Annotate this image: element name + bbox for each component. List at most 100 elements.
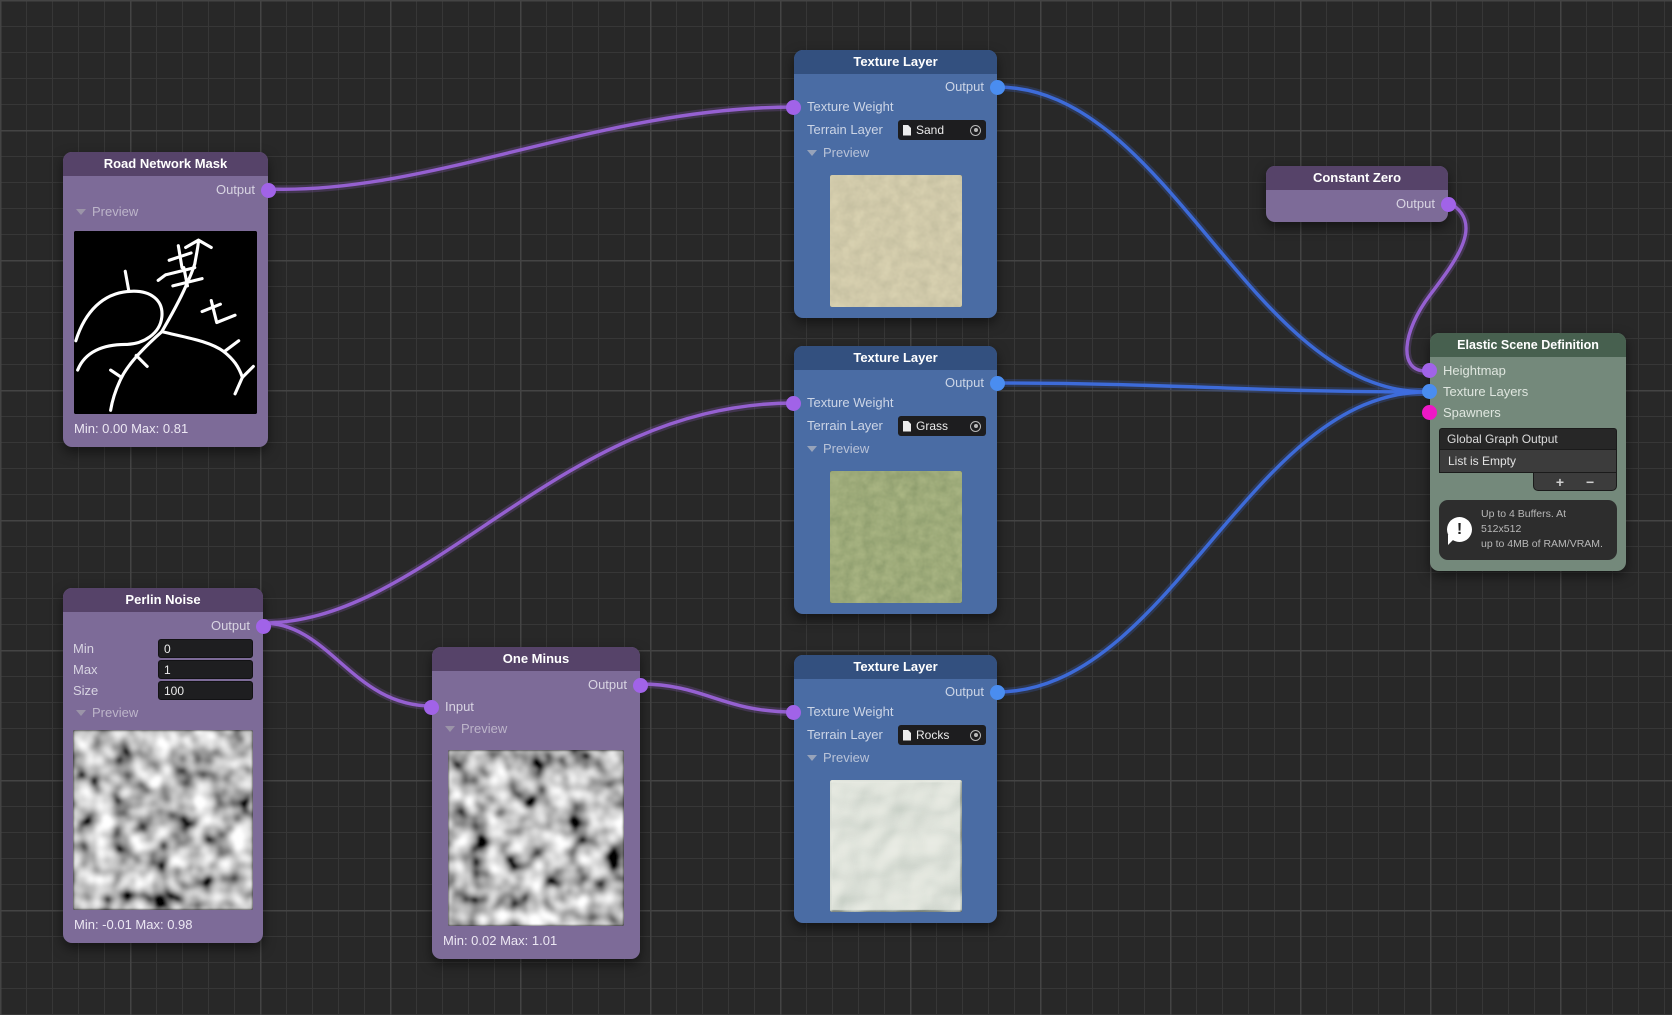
port-label: Output xyxy=(945,375,984,390)
node-graph-canvas[interactable]: Road Network Mask Output Preview xyxy=(0,0,1672,1015)
preview-foldout[interactable]: Preview xyxy=(794,439,997,459)
wire-road-to-sand-weight[interactable] xyxy=(268,107,794,189)
output-port[interactable] xyxy=(1441,197,1456,212)
node-elastic-scene-definition[interactable]: Elastic Scene Definition Heightmap Textu… xyxy=(1430,333,1626,571)
output-port[interactable] xyxy=(261,183,276,198)
node-title: Elastic Scene Definition xyxy=(1457,338,1599,352)
output-port[interactable] xyxy=(990,80,1005,95)
port-label: Output xyxy=(588,677,627,692)
node-header[interactable]: One Minus xyxy=(432,647,640,671)
wire-grass-to-elastic-texture-layers[interactable] xyxy=(997,383,1426,392)
max-input[interactable] xyxy=(158,660,253,679)
texture-layers-port[interactable] xyxy=(1422,384,1437,399)
texture-weight-port[interactable] xyxy=(786,100,801,115)
node-header[interactable]: Constant Zero xyxy=(1266,166,1448,190)
heightmap-port[interactable] xyxy=(1422,363,1437,378)
foldout-arrow-icon xyxy=(807,755,817,761)
field-label: Max xyxy=(73,662,98,677)
max-field-row: Max xyxy=(63,660,263,679)
node-title: Texture Layer xyxy=(853,350,937,365)
foldout-arrow-icon xyxy=(807,446,817,452)
texture-weight-row: Texture Weight xyxy=(794,97,997,117)
node-title: Road Network Mask xyxy=(104,156,228,171)
port-label: Heightmap xyxy=(1443,363,1506,378)
field-label: Terrain Layer xyxy=(807,418,883,433)
node-road-network-mask[interactable]: Road Network Mask Output Preview xyxy=(63,152,268,447)
add-item-button[interactable]: + xyxy=(1556,475,1564,489)
port-label: Texture Weight xyxy=(807,395,893,410)
field-label: Terrain Layer xyxy=(807,727,883,742)
output-row: Output xyxy=(794,373,997,393)
node-title: Texture Layer xyxy=(853,659,937,674)
terrain-layer-value: Grass xyxy=(916,416,948,436)
port-label: Output xyxy=(216,182,255,197)
field-label: Terrain Layer xyxy=(807,122,883,137)
preview-foldout[interactable]: Preview xyxy=(794,143,997,163)
port-label: Spawners xyxy=(1443,405,1501,420)
node-header[interactable]: Perlin Noise xyxy=(63,588,263,612)
wire-oneminus-to-rocks-weight[interactable] xyxy=(640,684,794,712)
min-input[interactable] xyxy=(158,639,253,658)
texture-weight-port[interactable] xyxy=(786,705,801,720)
list-footer: + − xyxy=(1533,473,1617,491)
output-row: Output xyxy=(63,615,263,637)
object-picker-icon[interactable] xyxy=(970,125,981,136)
preview-stats: Min: -0.01 Max: 0.98 xyxy=(63,910,263,932)
node-header[interactable]: Texture Layer xyxy=(794,346,997,370)
output-port[interactable] xyxy=(633,678,648,693)
preview-stats: Min: 0.00 Max: 0.81 xyxy=(63,414,268,436)
preview-foldout[interactable]: Preview xyxy=(432,718,640,740)
node-one-minus[interactable]: One Minus Output Input Preview Min: 0.02… xyxy=(432,647,640,959)
wire-perlin-to-oneminus-input[interactable] xyxy=(263,623,432,706)
node-header[interactable]: Texture Layer xyxy=(794,655,997,679)
texture-weight-port[interactable] xyxy=(786,396,801,411)
node-texture-layer-sand[interactable]: Texture Layer Output Texture Weight Terr… xyxy=(794,50,997,318)
port-label: Output xyxy=(945,684,984,699)
terrain-layer-selector[interactable]: Grass xyxy=(898,416,986,436)
output-port[interactable] xyxy=(990,376,1005,391)
foldout-arrow-icon xyxy=(445,726,455,732)
output-row: Output xyxy=(1266,193,1448,215)
graph-output-list-title[interactable]: Global Graph Output xyxy=(1439,428,1617,449)
node-perlin-noise[interactable]: Perlin Noise Output Min Max Size Preview… xyxy=(63,588,263,943)
wire-sand-to-elastic-texture-layers[interactable] xyxy=(997,87,1426,392)
preview-foldout[interactable]: Preview xyxy=(63,201,268,223)
output-port[interactable] xyxy=(990,685,1005,700)
terrain-layer-row: Terrain Layer Rocks xyxy=(794,722,997,748)
node-texture-layer-rocks[interactable]: Texture Layer Output Texture Weight Terr… xyxy=(794,655,997,923)
terrain-layer-row: Terrain Layer Grass xyxy=(794,413,997,439)
wire-rocks-to-elastic-texture-layers[interactable] xyxy=(997,392,1426,692)
node-title: Texture Layer xyxy=(853,54,937,69)
node-title: Perlin Noise xyxy=(125,592,200,607)
preview-image xyxy=(830,175,962,307)
object-picker-icon[interactable] xyxy=(970,730,981,741)
input-port[interactable] xyxy=(424,700,439,715)
size-input[interactable] xyxy=(158,681,253,700)
node-header[interactable]: Texture Layer xyxy=(794,50,997,74)
preview-foldout[interactable]: Preview xyxy=(794,748,997,768)
object-picker-icon[interactable] xyxy=(970,421,981,432)
output-row: Output xyxy=(63,179,268,201)
terrain-layer-value: Rocks xyxy=(916,725,949,745)
port-label: Input xyxy=(445,699,474,714)
input-row: Input xyxy=(432,696,640,718)
buffer-warning-box: ! Up to 4 Buffers. At 512x512 up to 4MB … xyxy=(1439,500,1617,560)
port-label: Texture Layers xyxy=(1443,384,1528,399)
terrain-layer-row: Terrain Layer Sand xyxy=(794,117,997,143)
terrain-layer-selector[interactable]: Rocks xyxy=(898,725,986,745)
wire-perlin-to-grass-weight[interactable] xyxy=(263,403,794,623)
node-header[interactable]: Road Network Mask xyxy=(63,152,268,176)
output-port[interactable] xyxy=(256,619,271,634)
node-texture-layer-grass[interactable]: Texture Layer Output Texture Weight Terr… xyxy=(794,346,997,614)
node-header[interactable]: Elastic Scene Definition xyxy=(1430,333,1626,357)
node-title: Constant Zero xyxy=(1313,170,1401,185)
remove-item-button[interactable]: − xyxy=(1586,475,1594,489)
terrain-layer-selector[interactable]: Sand xyxy=(898,120,986,140)
foldout-arrow-icon xyxy=(76,710,86,716)
node-constant-zero[interactable]: Constant Zero Output xyxy=(1266,166,1448,222)
preview-image xyxy=(74,231,257,414)
preview-image xyxy=(830,471,962,603)
preview-foldout[interactable]: Preview xyxy=(63,702,263,724)
foldout-arrow-icon xyxy=(807,150,817,156)
spawners-port[interactable] xyxy=(1422,405,1437,420)
